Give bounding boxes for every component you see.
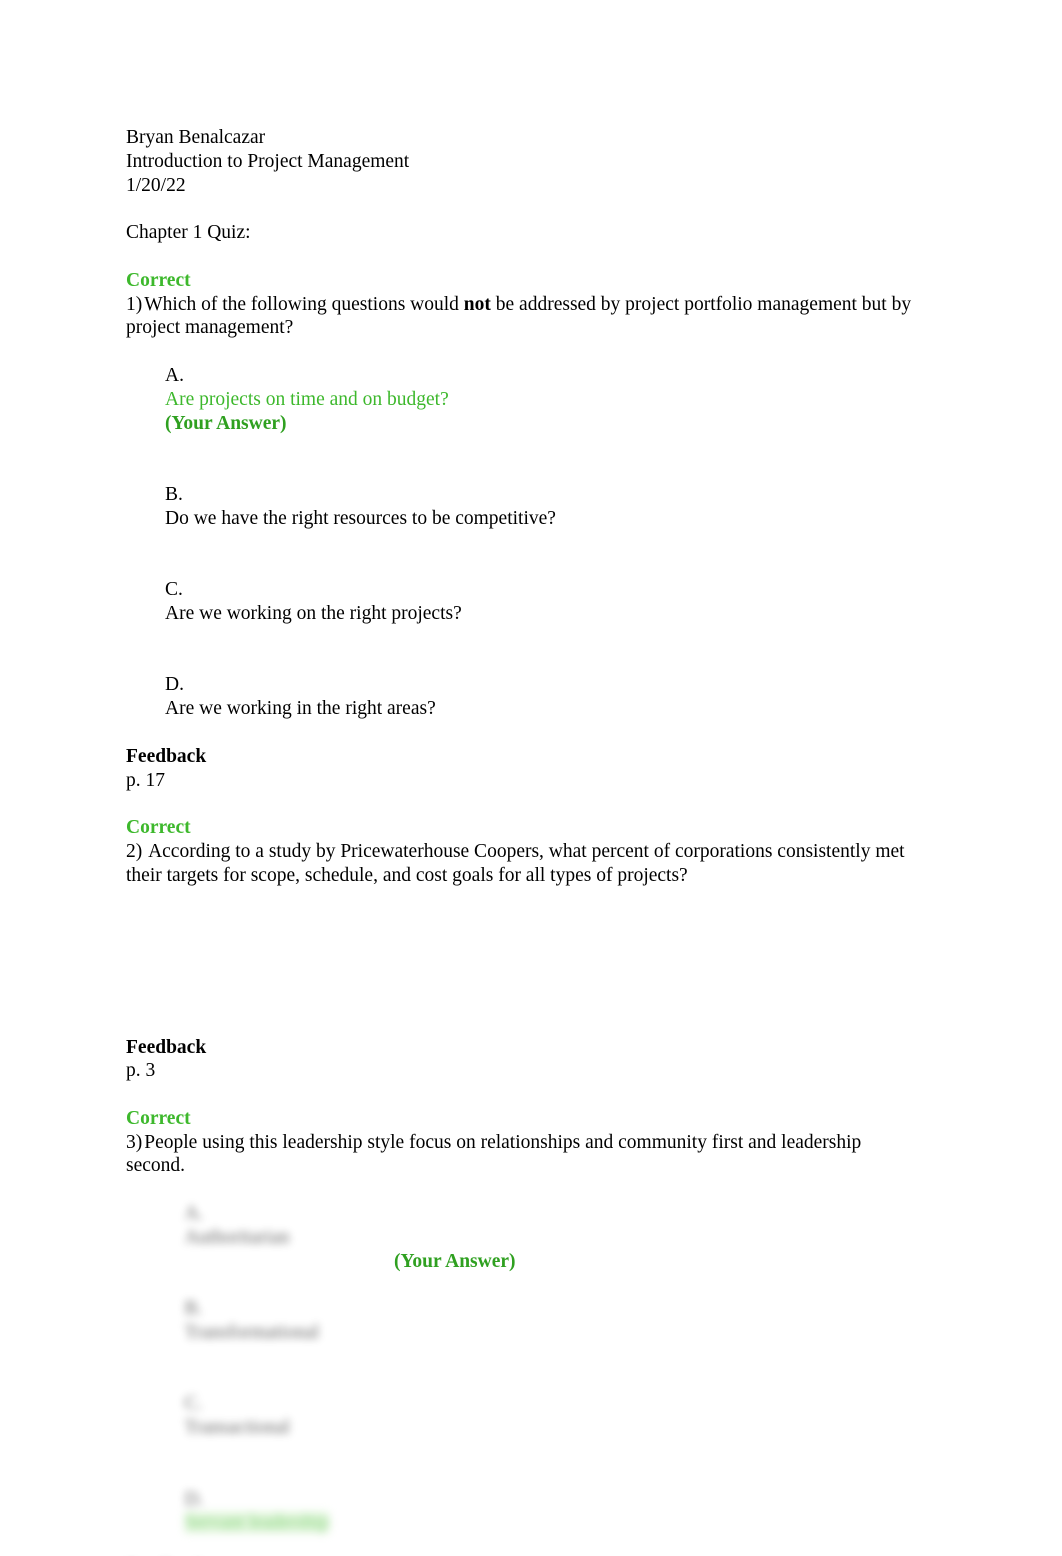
question-text-3-body: People using this leadership style focus… [126,1131,862,1177]
option-letter-1-a: A. [165,364,184,386]
blurred-options-3[interactable]: A. Authoritarian B. Transformational C. … [126,1178,922,1556]
student-name: Bryan Benalcazar [126,127,266,148]
question-text-1-emphasis: not [463,293,491,315]
option-3-c[interactable]: C. Transactional [126,1369,922,1464]
question-block-2: Correct 2) According to a study by Price… [126,816,922,1083]
status-badge-3: Correct [126,1107,191,1129]
option-text-1-c: Are we working on the right projects? [165,602,462,624]
option-text-1-b: Do we have the right resources to be com… [165,507,556,529]
status-badge-1: Correct [126,269,191,291]
option-text-3-c: Transactional [184,1417,290,1439]
feedback-label-1: Feedback [126,745,207,767]
option-text-3-d: Servant leadership [184,1512,330,1534]
option-letter-1-d: D. [165,674,184,696]
question-text-2: 2) According to a study by Pricewaterhou… [126,840,922,888]
question-text-1: 1) Which of the following questions would… [126,293,922,341]
question-text-3: 3) People using this leadership style foc… [126,1131,922,1179]
option-letter-1-c: C. [165,579,183,601]
feedback-text-2: p. 3 [126,1060,156,1082]
page-title: Chapter 1 Quiz: [126,222,251,244]
option-letter-1-b: B. [165,483,183,505]
question-text-2-body: According to a study by Pricewaterhouse … [126,840,905,886]
feedback-label-2: Feedback [126,1036,207,1058]
question-block-1: Correct 1) Which of the following questio… [126,269,922,793]
question-block-3: Correct 3) People using this leadership s… [126,1107,922,1556]
options-group-3: A. Authoritarian B. Transformational C. … [126,1178,922,1556]
option-1-b[interactable]: B. Do we have the right resources to be … [126,459,922,554]
question-text-1-part-a: Which of the following questions would [144,293,464,315]
question-number-2: 2) [126,840,143,862]
option-text-3-a: Authoritarian [184,1226,290,1248]
option-text-3-b: Transformational [184,1322,320,1344]
option-text-1-a: Are projects on time and on budget? [165,388,449,410]
document-content: Bryan Benalcazar Introduction to Project… [126,126,922,1556]
option-3-d[interactable]: D. Servant leadership [126,1464,922,1556]
course-name: Introduction to Project Management [126,150,410,172]
question-number-3: 3) [126,1131,143,1153]
option-letter-3-d: D. [184,1488,204,1510]
document-date: 1/20/22 [126,174,186,196]
option-letter-3-b: B. [184,1298,203,1320]
question-number-1: 1) [126,293,143,315]
option-letter-3-a: A. [184,1203,204,1225]
option-text-1-d: Are we working in the right areas? [165,698,436,720]
option-1-c[interactable]: C. Are we working on the right projects? [126,554,922,649]
option-3-a[interactable]: A. Authoritarian [126,1178,922,1273]
document-page: Bryan Benalcazar Introduction to Project… [0,0,1062,1556]
your-answer-marker-1: (Your Answer) [165,412,287,434]
your-answer-marker-3: (Your Answer) [394,1250,516,1272]
option-1-a[interactable]: A. Are projects on time and on budget? (… [126,340,922,459]
status-badge-2: Correct [126,817,191,839]
option-3-b[interactable]: B. Transformational [126,1273,922,1368]
option-1-d[interactable]: D. Are we working in the right areas? [126,650,922,745]
feedback-text-1: p. 17 [126,769,165,791]
options-blank-area-2 [126,888,922,1036]
option-letter-3-c: C. [184,1393,203,1415]
